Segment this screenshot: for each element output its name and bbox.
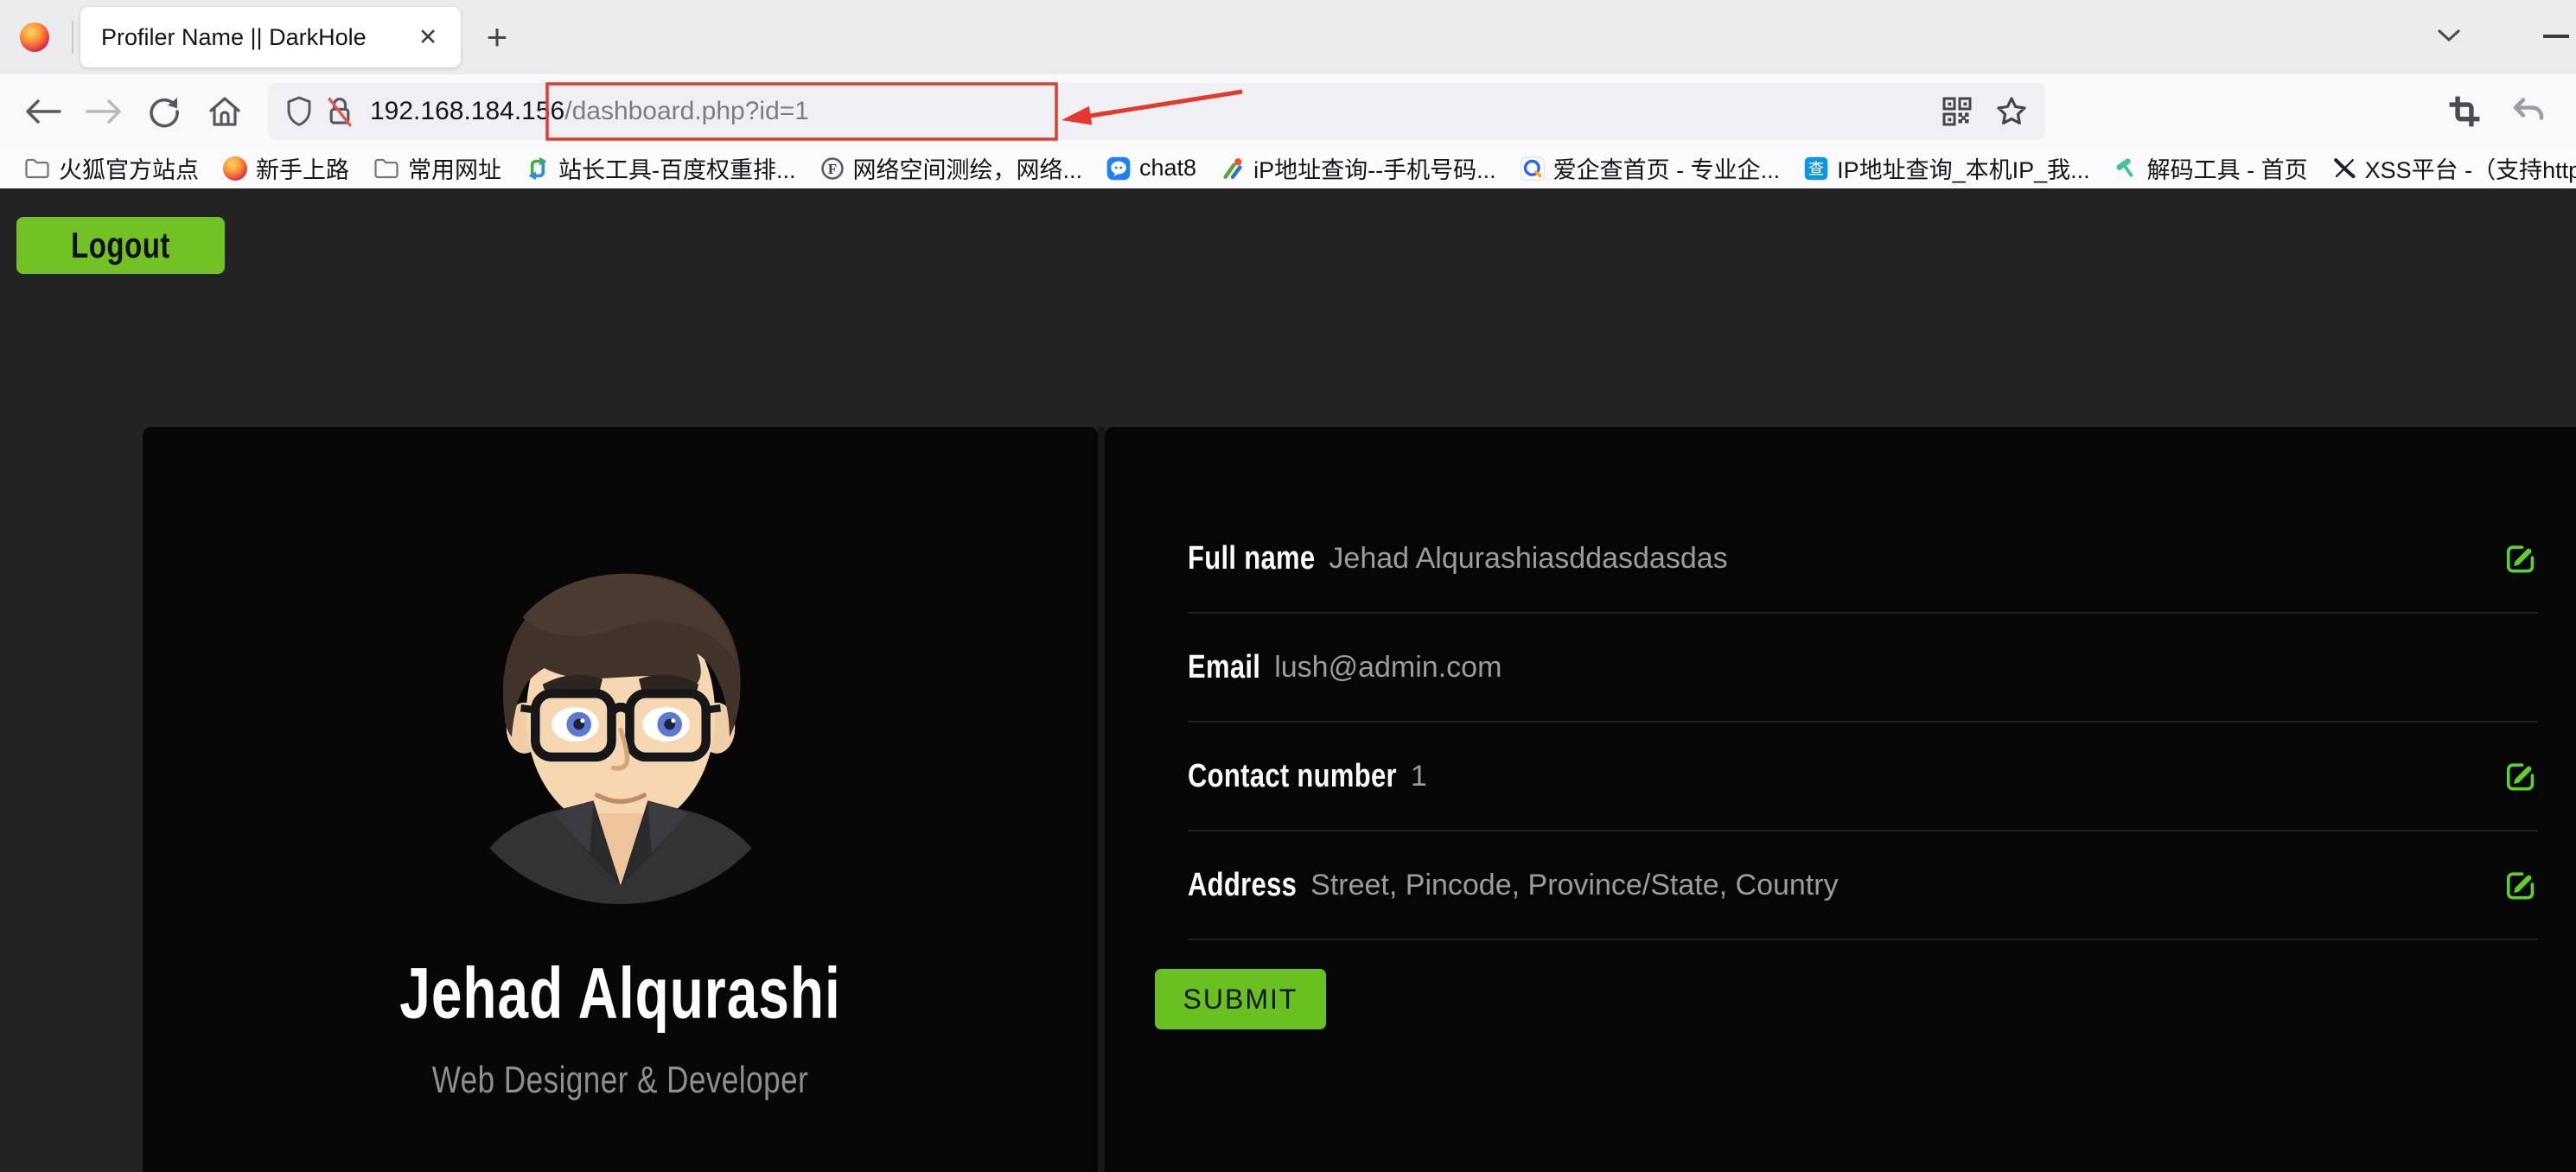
page-content: Logout <box>0 188 2576 1172</box>
logout-button[interactable]: Logout <box>16 217 225 274</box>
field-value: lush@admin.com <box>1274 651 1502 685</box>
url-text[interactable]: 192.168.184.156/dashboard.php?id=1 <box>370 97 809 126</box>
svg-text:查: 查 <box>1808 160 1824 177</box>
xss-icon <box>2332 156 2356 181</box>
field-label: Email <box>1188 648 1260 686</box>
firefox-logo-icon <box>20 22 49 52</box>
bookmark-item[interactable]: 解码工具 - 首页 <box>2102 151 2320 186</box>
reload-button[interactable] <box>142 89 187 134</box>
fofa-icon: F <box>820 156 845 181</box>
field-value: 1 <box>1411 760 1427 793</box>
field-row-contact: Contact number 1 <box>1188 723 2538 831</box>
screenshot-crop-icon[interactable] <box>2448 95 2481 128</box>
bookmark-item[interactable]: 查 IP地址查询_本机IP_我... <box>1792 151 2102 186</box>
svg-text:F: F <box>827 161 836 177</box>
tab-separator <box>72 21 73 54</box>
list-tabs-chevron-icon[interactable] <box>2434 26 2464 49</box>
field-label: Contact number <box>1188 757 1397 795</box>
bookmarks-bar: 火狐官方站点 新手上路 常用网址 站长工具-百度权重排... F 网络空间测绘，… <box>0 148 2576 188</box>
profile-name: Jehad Alqurashi <box>399 952 841 1035</box>
new-tab-button[interactable]: + <box>476 16 518 58</box>
details-panel: Full name Jehad Alqurashiasddasdasdas Em… <box>1105 427 2576 1172</box>
bookmark-item[interactable]: 常用网址 <box>361 151 513 186</box>
field-label: Address <box>1188 866 1297 904</box>
url-path: /dashboard.php?id=1 <box>564 97 809 125</box>
edit-contact-icon[interactable] <box>2503 759 2538 793</box>
submit-button[interactable]: SUBMIT <box>1155 969 1326 1029</box>
field-row-address: Address Street, Pincode, Province/State,… <box>1188 831 2538 940</box>
field-value: Street, Pincode, Province/State, Country <box>1310 869 1838 902</box>
back-button[interactable] <box>21 89 66 134</box>
card-divider <box>1098 427 1105 1172</box>
bookmark-item[interactable]: iP地址查询--手机号码... <box>1208 151 1508 186</box>
home-button[interactable] <box>202 89 247 134</box>
tab-title: Profiler Name || DarkHole <box>101 24 367 51</box>
browser-window: Profiler Name || DarkHole ✕ + <box>0 0 2576 1172</box>
field-label: Full name <box>1188 539 1315 577</box>
shield-permissions-icon[interactable] <box>285 95 313 128</box>
bookmark-item[interactable]: 新手上路 <box>211 151 361 186</box>
logout-label: Logout <box>71 225 170 266</box>
bookmark-item[interactable]: F 网络空间测绘，网络... <box>808 151 1095 186</box>
chat8-icon <box>1106 156 1131 181</box>
profile-panel: Jehad Alqurashi Web Designer & Developer <box>143 427 1098 1172</box>
navigation-bar: 192.168.184.156/dashboard.php?id=1 <box>0 74 2576 148</box>
url-bar[interactable]: 192.168.184.156/dashboard.php?id=1 <box>268 83 2045 140</box>
profile-card: Jehad Alqurashi Web Designer & Developer… <box>143 427 2576 1172</box>
ip-query-icon <box>1221 156 1245 181</box>
decoder-icon <box>2114 156 2139 181</box>
forward-button[interactable] <box>81 89 126 134</box>
bookmark-item[interactable]: 火狐官方站点 <box>12 151 211 186</box>
aiqicha-icon <box>1521 156 1545 181</box>
browser-tab[interactable]: Profiler Name || DarkHole ✕ <box>80 7 461 67</box>
window-minimize-button[interactable] <box>2543 35 2569 38</box>
url-host: 192.168.184.156 <box>370 97 564 125</box>
bookmark-item[interactable]: XSS平台 -（支持http... <box>2320 151 2576 186</box>
qr-code-icon[interactable] <box>1942 96 1973 127</box>
field-row-fullname: Full name Jehad Alqurashiasddasdasdas <box>1188 505 2538 614</box>
avatar <box>439 541 802 904</box>
tab-bar: Profiler Name || DarkHole ✕ + <box>0 0 2576 74</box>
bookmark-item[interactable]: 站长工具-百度权重排... <box>513 151 808 186</box>
edit-address-icon[interactable] <box>2503 868 2538 902</box>
edit-fullname-icon[interactable] <box>2503 541 2538 576</box>
bookmark-star-icon[interactable] <box>1995 95 2028 128</box>
insecure-lock-icon[interactable] <box>325 94 354 129</box>
bookmark-item[interactable]: 爱企查首页 - 专业企... <box>1508 151 1793 186</box>
firefox-icon <box>223 156 247 181</box>
folder-icon <box>24 157 50 180</box>
profile-role: Web Designer & Developer <box>432 1059 808 1102</box>
webmaster-tools-icon <box>526 156 550 181</box>
tab-close-icon[interactable]: ✕ <box>411 20 445 54</box>
bookmark-item[interactable]: chat8 <box>1094 151 1208 186</box>
folder-icon <box>373 157 399 180</box>
field-row-email: Email lush@admin.com <box>1188 614 2538 723</box>
field-value: Jehad Alqurashiasddasdasdas <box>1329 542 1727 576</box>
ip138-icon: 查 <box>1804 156 1828 181</box>
undo-icon[interactable] <box>2510 96 2547 127</box>
